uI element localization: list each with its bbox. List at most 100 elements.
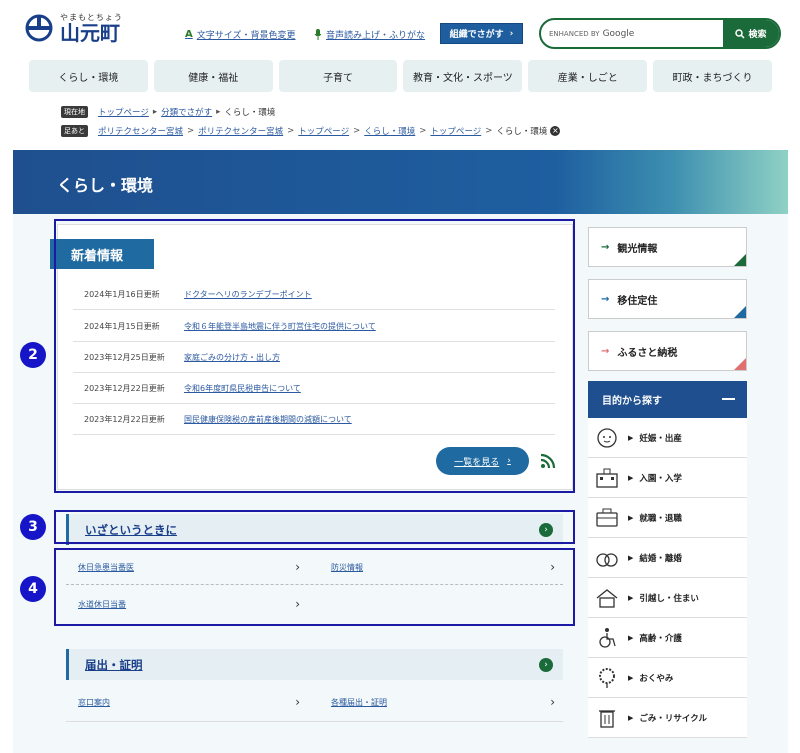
purpose-item-label: おくやみ xyxy=(639,673,674,684)
history-separator: > xyxy=(485,126,493,136)
annotation-marker: 3 xyxy=(20,514,46,540)
certificates-section-header[interactable]: 届出・証明 › xyxy=(66,649,563,680)
purpose-item-label: 妊娠・出産 xyxy=(639,433,682,444)
migration-label: 移住定住 xyxy=(617,295,658,307)
page-title: くらし・環境 xyxy=(57,176,154,195)
annotation-box xyxy=(54,219,575,493)
text-size-link[interactable]: A 文字サイズ・背景色変更 xyxy=(185,28,295,41)
history-trail: 足あと ポリテクセンター宮城 > ポリテクセンター宮城 > トップページ > く… xyxy=(61,125,561,137)
history-separator: > xyxy=(287,126,295,136)
nav-item-childcare[interactable]: 子育て xyxy=(278,60,398,92)
triangle-right-icon: ▶ xyxy=(628,713,634,722)
hometown-tax-button[interactable]: → ふるさと納税 xyxy=(588,331,747,371)
purpose-item-moving[interactable]: ▶ 引越し・住まい xyxy=(588,578,747,618)
triangle-right-icon: ▶ xyxy=(628,553,634,562)
org-search-label: 組織でさがす xyxy=(449,30,504,40)
triangle-right-icon: ▶ xyxy=(628,473,634,482)
site-logo[interactable]: やまもとちょう 山元町 xyxy=(24,12,123,43)
history-tag: 足あと xyxy=(61,125,88,137)
tourism-button[interactable]: → 観光情報 xyxy=(588,227,747,267)
breadcrumb-tag: 現在地 xyxy=(61,106,88,118)
purpose-search-header[interactable]: 目的から探す xyxy=(588,381,747,418)
breadcrumb-separator-icon: ▸ xyxy=(216,107,221,117)
purpose-item-label: 入園・入学 xyxy=(639,473,682,484)
clear-history-icon[interactable]: × xyxy=(550,126,561,136)
nav-item-town[interactable]: 町政・まちづくり xyxy=(653,60,772,92)
hometown-tax-label: ふるさと納税 xyxy=(617,347,678,359)
history-separator: > xyxy=(353,126,361,136)
house-icon xyxy=(596,588,618,608)
purpose-item-employment[interactable]: ▶ 就職・退職 xyxy=(588,498,747,538)
arrow-right-icon: → xyxy=(601,345,610,357)
voice-reading-label: 音声読み上げ・ふりがな xyxy=(326,31,426,41)
triangle-right-icon: ▶ xyxy=(628,673,634,682)
purpose-item-marriage[interactable]: ▶ 結婚・離婚 xyxy=(588,538,747,578)
voice-reading-link[interactable]: 音声読み上げ・ふりがな xyxy=(314,28,425,41)
go-arrow-icon: › xyxy=(539,657,553,672)
site-header: やまもとちょう 山元町 A 文字サイズ・背景色変更 音声読み上げ・ふりがな 組織… xyxy=(0,0,800,56)
search-icon xyxy=(735,28,746,39)
briefcase-icon xyxy=(596,508,618,527)
purpose-item-school[interactable]: ▶ 入園・入学 xyxy=(588,458,747,498)
purpose-item-label: 結婚・離婚 xyxy=(639,553,682,564)
breadcrumb-separator-icon: ▸ xyxy=(152,107,158,117)
history-link[interactable]: トップページ xyxy=(430,125,481,137)
search-google-label: Google xyxy=(602,28,635,39)
school-icon xyxy=(596,468,618,488)
annotation-marker: 4 xyxy=(20,576,46,602)
text-size-label: 文字サイズ・背景色変更 xyxy=(196,31,296,41)
purpose-item-recycling[interactable]: ▶ ごみ・リサイクル xyxy=(588,698,747,738)
purpose-item-elderly[interactable]: ▶ 高齢・介護 xyxy=(588,618,747,658)
global-nav: くらし・環境 健康・福祉 子育て 教育・文化・スポーツ 産業・しごと 町政・まち… xyxy=(29,60,772,92)
annotation-box xyxy=(54,548,575,626)
rings-icon xyxy=(596,552,618,567)
breadcrumb: 現在地 トップページ ▸ 分類でさがす ▸ くらし・環境 xyxy=(61,106,275,118)
tourism-label: 観光情報 xyxy=(617,243,658,255)
history-link[interactable]: トップページ xyxy=(298,125,349,137)
prayer-beads-icon xyxy=(599,667,615,688)
site-search: ENHANCED BY Google 検索 xyxy=(539,18,781,49)
wheelchair-icon xyxy=(599,627,616,648)
purpose-item-condolence[interactable]: ▶ おくやみ xyxy=(588,658,747,698)
breadcrumb-current: くらし・環境 xyxy=(224,108,276,118)
certificate-link[interactable]: 窓口案内 › xyxy=(78,687,308,717)
page-banner: くらし・環境 xyxy=(13,150,788,214)
breadcrumb-link[interactable]: トップページ xyxy=(98,106,149,118)
collapse-icon xyxy=(722,398,735,400)
nav-item-health[interactable]: 健康・福祉 xyxy=(153,60,273,92)
certificates-heading: 届出・証明 xyxy=(85,657,143,672)
triangle-right-icon: ▶ xyxy=(628,433,634,442)
divider xyxy=(66,721,563,722)
history-separator: > xyxy=(187,126,195,136)
purpose-item-label: 引越し・住まい xyxy=(639,593,699,604)
certificate-link[interactable]: 各種届出・証明 › xyxy=(331,687,563,717)
triangle-right-icon: ▶ xyxy=(628,633,634,642)
nav-item-living[interactable]: くらし・環境 xyxy=(29,60,148,92)
trash-can-icon xyxy=(599,709,615,728)
search-button[interactable]: 検索 xyxy=(723,20,779,47)
corner-accent xyxy=(734,254,746,266)
nav-item-education[interactable]: 教育・文化・スポーツ xyxy=(403,60,523,92)
text-size-icon: A xyxy=(185,29,193,40)
org-search-button[interactable]: 組織でさがす › xyxy=(440,23,523,44)
logo-name: 山元町 xyxy=(60,21,120,45)
search-enhanced-label: ENHANCED BY xyxy=(549,29,600,38)
chevron-right-icon: › xyxy=(509,28,514,39)
town-emblem-icon xyxy=(25,14,53,41)
purpose-item-pregnancy[interactable]: ▶ 妊娠・出産 xyxy=(588,418,747,458)
arrow-right-icon: → xyxy=(601,293,610,305)
search-input[interactable]: ENHANCED BY Google xyxy=(541,20,723,47)
chevron-right-icon: › xyxy=(295,695,300,709)
nav-item-industry[interactable]: 産業・しごと xyxy=(528,60,648,92)
history-link[interactable]: ポリテクセンター宮城 xyxy=(98,125,183,137)
history-link[interactable]: くらし・環境 xyxy=(364,125,415,137)
migration-button[interactable]: → 移住定住 xyxy=(588,279,747,319)
baby-icon xyxy=(597,427,617,448)
breadcrumb-link[interactable]: 分類でさがす xyxy=(161,106,212,118)
microphone-icon xyxy=(314,29,322,40)
search-button-label: 検索 xyxy=(748,30,767,40)
purpose-item-label: ごみ・リサイクル xyxy=(639,713,707,724)
purpose-item-label: 高齢・介護 xyxy=(639,633,682,644)
history-separator: > xyxy=(419,126,427,136)
history-link[interactable]: ポリテクセンター宮城 xyxy=(198,125,283,137)
